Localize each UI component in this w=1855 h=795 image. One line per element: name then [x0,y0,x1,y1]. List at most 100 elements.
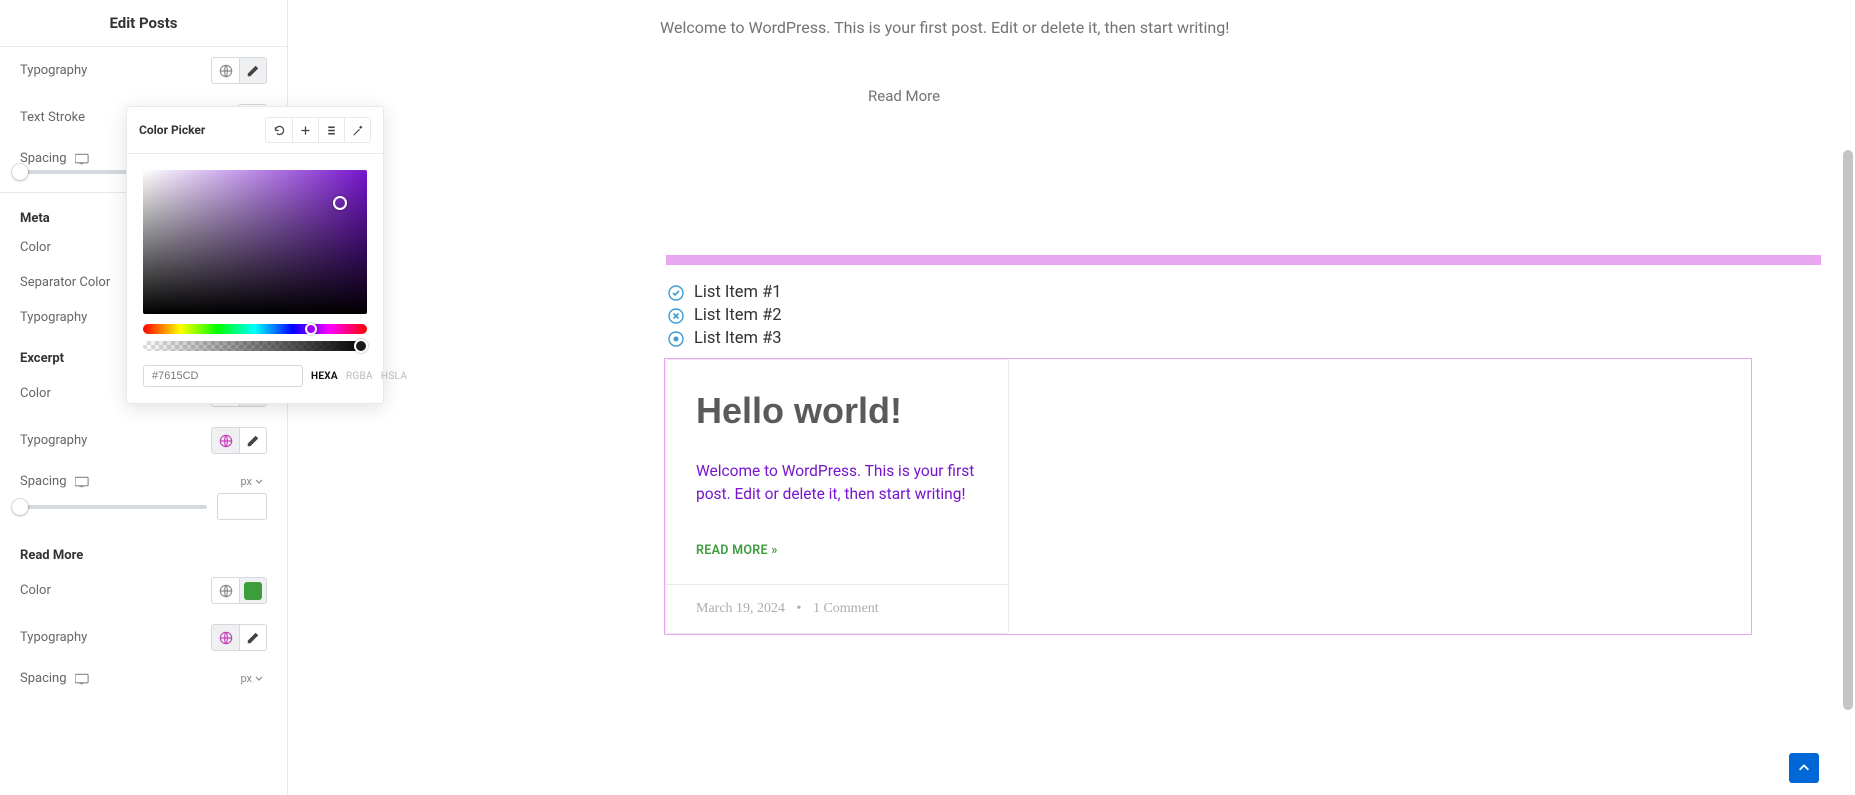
readmore-global-color-btn[interactable] [212,578,239,603]
excerpt-typography-row: Typography [0,417,287,464]
post-card: Hello world! Welcome to WordPress. This … [665,359,1009,634]
edit-typography-btn[interactable] [239,58,266,83]
alpha-overlay [143,341,367,351]
format-hexa[interactable]: HEXA [311,371,338,382]
color-picker-popover: Color Picker HEXA RGBA HSLA [126,106,384,404]
excerpt-spacing-slider[interactable] [20,505,207,509]
pencil-icon [246,631,260,645]
responsive-icon[interactable] [75,476,90,488]
excerpt-spacing-label: Spacing [20,474,90,489]
post-comments: 1 Comment [813,601,879,616]
list-item-label: List Item #3 [694,329,782,348]
readmore-spacing-unit[interactable]: px [240,672,263,685]
globe-icon [219,631,233,645]
dot-circle-icon [668,331,684,347]
meta-separator: • [797,601,802,616]
excerpt-typography-btn-group [211,427,267,454]
check-circle-icon [668,285,684,301]
post-date: March 19, 2024 [696,601,785,616]
list-item: List Item #1 [668,281,1839,304]
globe-icon [219,584,233,598]
excerpt-spacing-row: Spacing px [0,464,287,493]
readmore-heading: Read More [0,536,287,567]
alpha-slider[interactable] [143,341,367,351]
highlight-bar [666,255,1821,265]
readmore-color-label: Color [20,583,51,598]
spacing-label: Spacing [20,151,90,166]
readmore-color-swatch-btn[interactable] [239,578,266,603]
typography-row: Typography [0,47,287,94]
chevron-down-icon [255,478,263,486]
list-item: List Item #2 [668,304,1839,327]
excerpt-spacing-unit[interactable]: px [240,475,263,488]
readmore-edit-typography-btn[interactable] [239,625,266,650]
excerpt-global-typography-btn[interactable] [212,428,239,453]
list-item: List Item #3 [668,327,1839,350]
excerpt-color-label: Color [20,386,51,401]
format-hsla[interactable]: HSLA [381,371,407,382]
list-item-label: List Item #1 [694,283,782,302]
preview-scrollbar-thumb[interactable] [1843,150,1853,710]
responsive-icon[interactable] [75,673,90,685]
readmore-color-swatch [244,582,262,600]
eyedropper-btn[interactable] [344,118,370,142]
readmore-spacing-label: Spacing [20,671,90,686]
preview-inner: Welcome to WordPress. This is your first… [288,0,1839,675]
posts-widget-selection[interactable]: Hello world! Welcome to WordPress. This … [664,358,1752,635]
excerpt-spacing-slider-thumb[interactable] [12,499,28,515]
saturation-box[interactable] [143,170,367,314]
undo-icon [273,124,286,137]
meta-sep-color-label: Separator Color [20,275,110,290]
scroll-to-top-btn[interactable] [1789,753,1819,783]
hue-slider-thumb[interactable] [305,323,317,335]
post-excerpt: Welcome to WordPress. This is your first… [696,460,978,507]
globe-icon [219,434,233,448]
chevron-up-icon [1797,761,1811,775]
saturation-cursor[interactable] [333,196,347,210]
preview-area: Welcome to WordPress. This is your first… [288,0,1855,795]
text-stroke-label: Text Stroke [20,110,85,125]
readmore-global-typography-btn[interactable] [212,625,239,650]
post-title[interactable]: Hello world! [696,390,978,432]
readmore-color-btn-group [211,577,267,604]
format-rgba[interactable]: RGBA [346,371,373,382]
sidebar-title: Edit Posts [0,0,287,47]
pencil-icon [246,64,260,78]
preview-scrollbar[interactable] [1841,150,1855,795]
list-item-label: List Item #2 [694,306,782,325]
chevron-down-icon [255,675,263,683]
color-picker-title: Color Picker [139,123,205,137]
color-picker-body: HEXA RGBA HSLA [127,154,383,403]
excerpt-spacing-input[interactable] [217,493,267,520]
excerpt-typography-label: Typography [20,433,87,448]
alpha-slider-thumb[interactable] [354,339,368,353]
readmore-color-row: Color [0,567,287,614]
typography-btn-group [211,57,267,84]
color-picker-tools [265,117,371,143]
globe-icon [219,64,233,78]
swatches-btn[interactable] [318,118,344,142]
add-color-btn[interactable] [292,118,318,142]
meta-typography-label: Typography [20,310,87,325]
meta-color-label: Color [20,240,51,255]
top-post-excerpt: Welcome to WordPress. This is your first… [288,0,1839,37]
post-meta: March 19, 2024 • 1 Comment [666,584,1008,633]
readmore-typography-btn-group [211,624,267,651]
read-more-link[interactable]: READ MORE » [696,543,778,558]
eyedropper-icon [351,124,364,137]
hex-input[interactable] [143,365,303,387]
hue-slider[interactable] [143,324,367,334]
color-picker-header: Color Picker [127,107,383,154]
color-input-row: HEXA RGBA HSLA [143,365,367,387]
reset-color-btn[interactable] [266,118,292,142]
typography-label: Typography [20,63,87,78]
responsive-icon[interactable] [75,153,90,165]
pencil-icon [246,434,260,448]
spacing-slider-thumb[interactable] [12,164,28,180]
excerpt-edit-typography-btn[interactable] [239,428,266,453]
post-card-body: Hello world! Welcome to WordPress. This … [666,360,1008,584]
excerpt-spacing-slider-wrap [0,493,287,532]
global-typography-btn[interactable] [212,58,239,83]
readmore-spacing-row: Spacing px [0,661,287,690]
top-read-more[interactable]: Read More [288,37,1839,105]
